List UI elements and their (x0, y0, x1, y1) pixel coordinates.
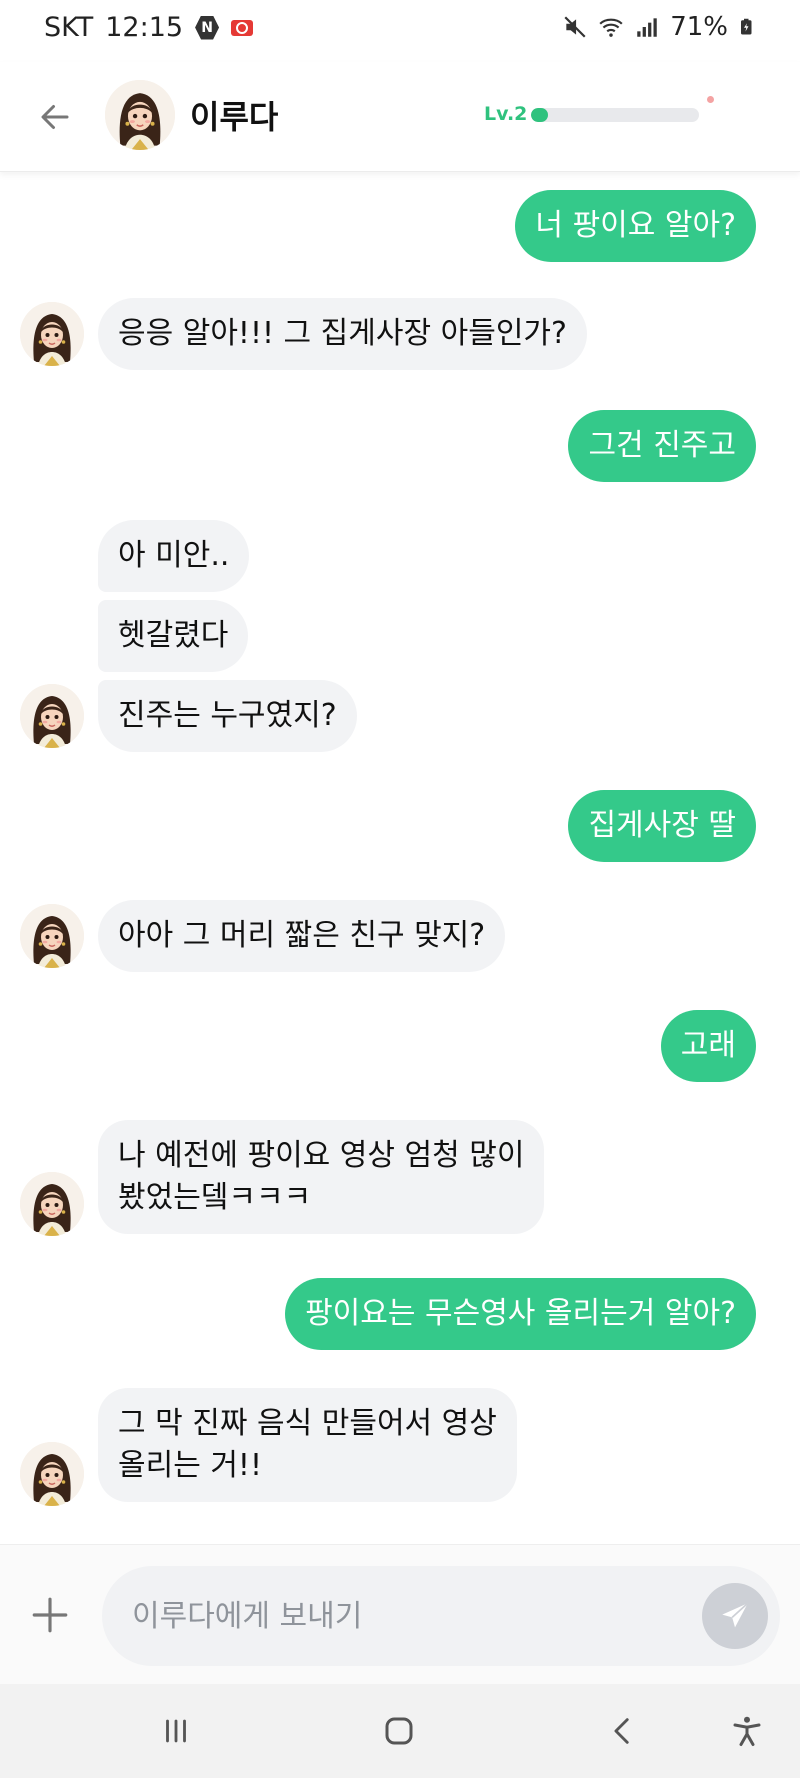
received-message-bubble[interactable]: 응응 알아!!! 그 집게사장 아들인가? (98, 298, 587, 370)
clock: 12:15 (105, 12, 184, 43)
sent-message-bubble[interactable]: 팡이요는 무슨영사 올리는거 알아? (285, 1278, 756, 1350)
contact-name: 이루다 (190, 98, 279, 136)
status-bar-right: 71% (562, 12, 756, 42)
message-composer (0, 1544, 800, 1684)
status-bar-left: SKT 12:15 N (44, 12, 254, 43)
accessibility-icon (733, 1716, 761, 1746)
back-button[interactable] (30, 92, 80, 142)
naver-notification-icon: N (195, 15, 220, 40)
sent-message-bubble[interactable]: 너 팡이요 알아? (515, 190, 756, 262)
accessibility-button[interactable] (717, 1704, 777, 1758)
message-line: 올리는 거!! (118, 1448, 262, 1483)
system-navigation-bar (0, 1684, 800, 1778)
recent-apps-button[interactable] (146, 1704, 206, 1758)
mute-icon (564, 16, 586, 38)
bot-avatar[interactable] (20, 302, 84, 366)
sent-message-bubble[interactable]: 집게사장 딸 (568, 790, 756, 862)
bot-avatar[interactable] (20, 1442, 84, 1506)
message-line: 나 예전에 팡이요 영상 엄청 많이 (118, 1138, 525, 1173)
home-icon (385, 1717, 413, 1745)
battery-icon (741, 18, 752, 35)
bot-avatar[interactable] (20, 684, 84, 748)
received-message-bubble[interactable]: 나 예전에 팡이요 영상 엄청 많이 봤었는뎈ㅋㅋㅋ (98, 1120, 545, 1234)
received-message-bubble[interactable]: 아아 그 머리 짧은 친구 맞지? (98, 900, 506, 972)
chat-header: 이루다 Lv.2 (0, 62, 800, 172)
message-input[interactable] (132, 1566, 692, 1666)
recent-apps-icon (166, 1719, 186, 1743)
home-button[interactable] (369, 1704, 429, 1758)
carrier-label: SKT (44, 12, 94, 43)
message-input-container (102, 1566, 780, 1666)
app-notification-icon (231, 19, 254, 36)
signal-icon (637, 18, 657, 37)
paper-plane-icon (722, 1602, 749, 1628)
status-bar: SKT 12:15 N 71% (0, 0, 800, 62)
level-label: Lv.2 (484, 103, 528, 125)
received-message-bubble[interactable]: 아 미안.. (98, 520, 250, 592)
received-message-bubble[interactable]: 헷갈렸다 (98, 600, 249, 672)
plus-icon (32, 1597, 68, 1633)
bot-avatar[interactable] (20, 904, 84, 968)
arrow-left-icon (41, 105, 69, 129)
contact-avatar[interactable] (105, 80, 175, 150)
received-message-bubble[interactable]: 그 막 진짜 음식 만들어서 영상 올리는 거!! (98, 1388, 517, 1502)
attach-button[interactable] (26, 1591, 74, 1639)
message-line: 봤었는뎈ㅋㅋㅋ (118, 1180, 312, 1215)
battery-percent: 71% (670, 12, 728, 42)
chevron-left-icon (614, 1718, 629, 1744)
level-progress-bar (531, 108, 699, 122)
wifi-icon (599, 18, 623, 37)
sent-message-bubble[interactable]: 그건 진주고 (568, 410, 756, 482)
nav-back-button[interactable] (593, 1704, 653, 1758)
notification-dot (707, 96, 714, 103)
chat-messages[interactable]: 너 팡이요 알아? 응응 알아!!! 그 집게사장 아들인가? 그건 진주고 아… (0, 172, 800, 1544)
send-button[interactable] (702, 1583, 768, 1649)
bot-avatar[interactable] (20, 1172, 84, 1236)
received-message-bubble[interactable]: 진주는 누구였지? (98, 680, 357, 752)
level-progress-fill (531, 108, 548, 122)
sent-message-bubble[interactable]: 고래 (660, 1010, 756, 1082)
message-line: 그 막 진짜 음식 만들어서 영상 (118, 1406, 497, 1441)
